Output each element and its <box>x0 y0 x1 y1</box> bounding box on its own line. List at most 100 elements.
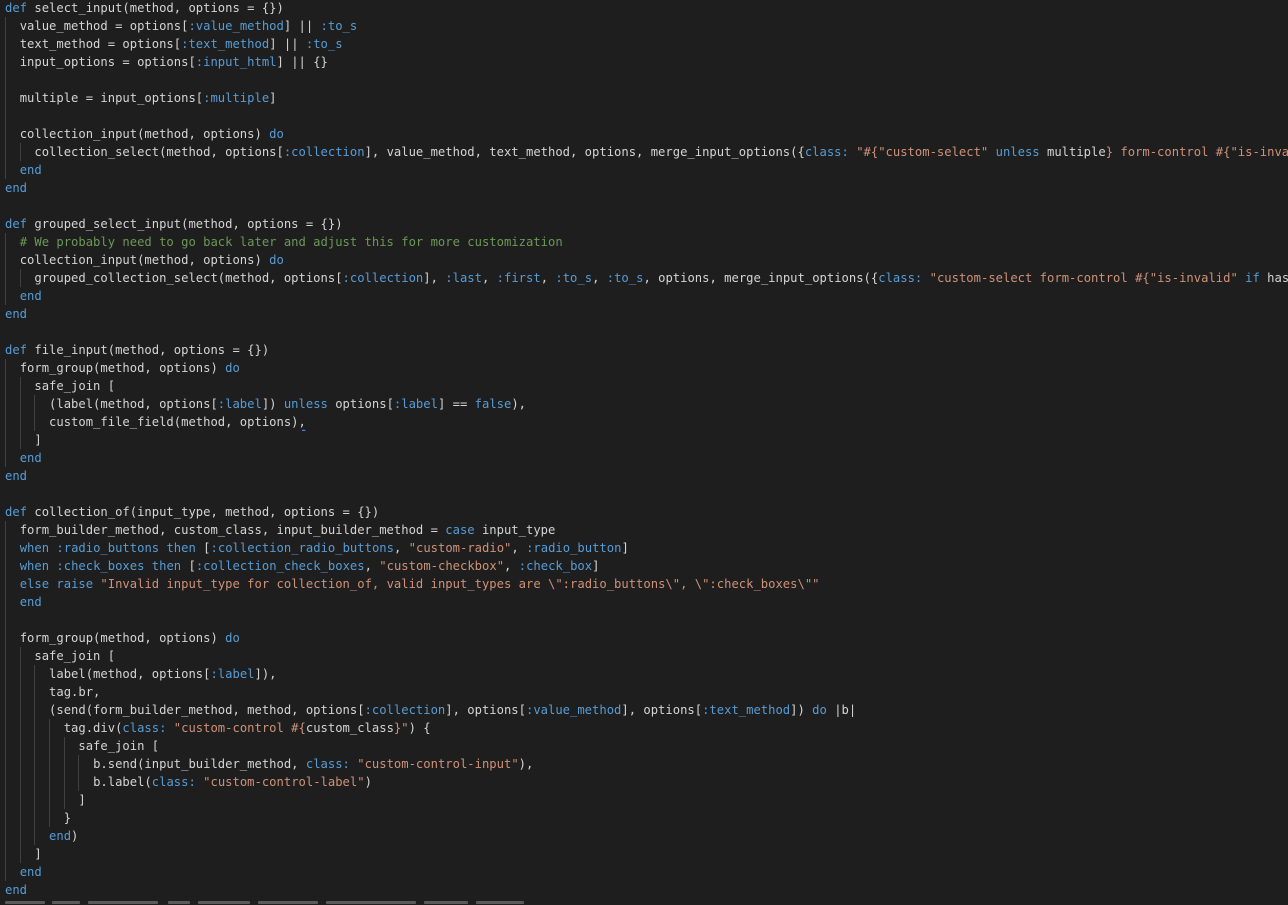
indent-guide <box>5 665 6 683</box>
code-line[interactable]: grouped_collection_select(method, option… <box>0 269 1288 287</box>
code-token-kw: do <box>225 631 240 645</box>
indent-guide <box>5 557 6 575</box>
code-line[interactable] <box>0 611 1288 629</box>
code-token-sym: :radio_buttons <box>56 541 160 555</box>
code-line[interactable]: end <box>0 863 1288 881</box>
code-token-plain: value_method = options[ <box>19 19 189 33</box>
code-line[interactable]: form_builder_method, custom_class, input… <box>0 521 1288 539</box>
code-token-plain: ]) <box>790 703 813 717</box>
code-lines[interactable]: def select_input(method, options = {}) v… <box>0 0 1288 899</box>
code-line[interactable]: def select_input(method, options = {}) <box>0 0 1288 17</box>
code-line[interactable]: b.send(input_builder_method, class: "cus… <box>0 755 1288 773</box>
code-line[interactable]: end <box>0 287 1288 305</box>
code-token-plain: form_group(method, options) <box>19 631 226 645</box>
indent-guide <box>5 683 6 701</box>
code-line[interactable]: # We probably need to go back later and … <box>0 233 1288 251</box>
code-line[interactable]: b.label(class: "custom-control-label") <box>0 773 1288 791</box>
code-line[interactable]: else raise "Invalid input_type for colle… <box>0 575 1288 593</box>
code-token-sym: :multiple <box>203 91 270 105</box>
code-line[interactable] <box>0 323 1288 341</box>
code-line[interactable]: end <box>0 467 1288 485</box>
code-token-squig: , <box>298 415 306 429</box>
code-token-plain: select_input(method, options = {}) <box>27 1 284 15</box>
code-token-kw: end <box>5 469 28 483</box>
code-token-cmt: # We probably need to go back later and … <box>19 235 563 249</box>
code-token-sym: :text_method <box>702 703 791 717</box>
code-line[interactable]: multiple = input_options[:multiple] <box>0 89 1288 107</box>
code-line[interactable]: when :check_boxes then [:collection_chec… <box>0 557 1288 575</box>
code-line[interactable] <box>0 197 1288 215</box>
code-line[interactable] <box>0 485 1288 503</box>
code-line[interactable]: def collection_of(input_type, method, op… <box>0 503 1288 521</box>
code-line[interactable]: end <box>0 881 1288 899</box>
code-token-plain: options[ <box>327 397 394 411</box>
code-token-sym: :collection_check_boxes <box>195 559 365 573</box>
code-line[interactable]: safe_join [ <box>0 377 1288 395</box>
code-token-plain: collection_input(method, options) <box>19 253 270 267</box>
code-line[interactable]: end <box>0 179 1288 197</box>
indent-guide <box>5 827 6 845</box>
code-line[interactable]: custom_file_field(method, options), <box>0 413 1288 431</box>
code-token-plain: b.label( <box>93 775 152 789</box>
code-line[interactable]: (label(method, options[:label]) unless o… <box>0 395 1288 413</box>
indent-guide <box>19 665 21 683</box>
code-line[interactable]: safe_join [ <box>0 737 1288 755</box>
code-line[interactable]: def grouped_select_input(method, options… <box>0 215 1288 233</box>
code-token-sym: class: <box>804 145 849 159</box>
code-line[interactable]: collection_select(method, options[:colle… <box>0 143 1288 161</box>
code-line[interactable]: form_group(method, options) do <box>0 629 1288 647</box>
code-line[interactable] <box>0 71 1288 89</box>
code-line[interactable]: ] <box>0 845 1288 863</box>
code-line[interactable]: text_method = options[:text_method] || :… <box>0 35 1288 53</box>
code-line[interactable] <box>0 107 1288 125</box>
indent-guide <box>19 827 21 845</box>
code-token-plain: ] <box>34 433 42 447</box>
code-line[interactable]: value_method = options[:value_method] ||… <box>0 17 1288 35</box>
indent-guide <box>49 809 51 827</box>
code-line[interactable]: safe_join [ <box>0 647 1288 665</box>
code-line[interactable]: tag.div(class: "custom-control #{custom_… <box>0 719 1288 737</box>
indent-guide <box>5 431 6 449</box>
code-line[interactable]: end <box>0 161 1288 179</box>
code-line[interactable]: label(method, options[:label]), <box>0 665 1288 683</box>
code-line[interactable]: collection_input(method, options) do <box>0 251 1288 269</box>
indent-guide <box>19 719 21 737</box>
code-token-kw: def <box>5 217 28 231</box>
indent-guide <box>19 647 21 665</box>
code-token-plain: , options, merge_input_options({ <box>643 271 879 285</box>
code-line[interactable]: when :radio_buttons then [:collection_ra… <box>0 539 1288 557</box>
code-line[interactable]: ] <box>0 431 1288 449</box>
code-line[interactable]: form_group(method, options) do <box>0 359 1288 377</box>
code-token-sym: class: <box>878 271 923 285</box>
indent-guide <box>34 719 36 737</box>
indent-guide <box>5 251 6 269</box>
code-line[interactable]: end <box>0 305 1288 323</box>
code-editor[interactable]: def select_input(method, options = {}) v… <box>0 0 1288 905</box>
code-line[interactable]: end <box>0 593 1288 611</box>
code-token-kw: end <box>19 451 42 465</box>
indent-guide <box>63 791 65 809</box>
code-line[interactable]: end <box>0 449 1288 467</box>
code-line[interactable]: input_options = options[:input_html] || … <box>0 53 1288 71</box>
code-token-plain: form_group(method, options) <box>19 361 226 375</box>
code-line[interactable]: collection_input(method, options) do <box>0 125 1288 143</box>
code-token-plain: collection_of(input_type, method, option… <box>27 505 380 519</box>
code-line[interactable]: } <box>0 809 1288 827</box>
code-token-sym: :radio_button <box>526 541 622 555</box>
code-line[interactable]: end) <box>0 827 1288 845</box>
code-token-plain: custom_file_field(method, options) <box>49 415 299 429</box>
code-token-plain: ] <box>269 91 277 105</box>
code-token-plain: safe_join [ <box>34 379 116 393</box>
code-line[interactable]: def file_input(method, options = {}) <box>0 341 1288 359</box>
code-line[interactable]: (send(form_builder_method, method, optio… <box>0 701 1288 719</box>
code-line[interactable]: tag.br, <box>0 683 1288 701</box>
code-line[interactable]: ] <box>0 791 1288 809</box>
code-token-plain: ] == <box>437 397 475 411</box>
indent-guide <box>5 107 6 125</box>
code-token-plain: ) { <box>408 721 431 735</box>
code-token-sym: :collection <box>283 145 365 159</box>
indent-guide <box>34 737 36 755</box>
code-token-plain: has_err <box>1267 271 1288 285</box>
